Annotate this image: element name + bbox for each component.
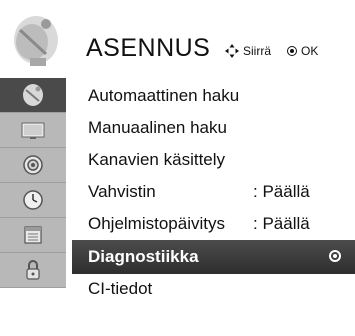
- menu-item-label: Vahvistin: [88, 182, 156, 201]
- menu-item-label: Ohjelmistopäivitys: [88, 214, 225, 233]
- rail-item-option[interactable]: [0, 218, 66, 253]
- menu-item-label: Kanavien käsittely: [88, 150, 226, 169]
- category-rail: [0, 78, 66, 336]
- antenna-satellite-icon: [14, 16, 58, 66]
- menu-item-automaattinen-haku[interactable]: Automaattinen haku: [72, 79, 355, 113]
- move-arrows-icon: [225, 44, 239, 58]
- rail-item-time[interactable]: [0, 183, 66, 218]
- menu-list: Automaattinen haku Manuaalinen haku Kana…: [72, 78, 355, 336]
- menu-item-vahvistin[interactable]: Vahvistin : Päällä: [72, 175, 355, 209]
- menu-item-label: CI-tiedot: [88, 279, 153, 298]
- lock-icon: [26, 260, 40, 280]
- selected-radio-icon: [329, 250, 341, 262]
- navigation-hint: Siirrä OK: [225, 44, 318, 58]
- tv-screen-icon: [21, 122, 45, 139]
- rail-item-lock[interactable]: [0, 253, 66, 288]
- hint-ok-label: OK: [301, 44, 319, 58]
- page-title: ASENNUS: [86, 34, 211, 62]
- rail-item-setup[interactable]: [0, 78, 66, 113]
- rail-item-audio[interactable]: [0, 148, 66, 183]
- setup-menu: ASENNUS Siirrä OK Automaattinen haku Man…: [0, 0, 355, 336]
- calendar-icon: [24, 226, 42, 244]
- menu-item-label: Automaattinen haku: [88, 86, 240, 105]
- menu-item-kanavien-kasittely[interactable]: Kanavien käsittely: [72, 143, 355, 177]
- rail-item-picture[interactable]: [0, 113, 66, 148]
- menu-item-label: Manuaalinen haku: [88, 118, 227, 137]
- menu-item-diagnostiikka[interactable]: Diagnostiikka: [72, 240, 355, 274]
- clock-icon: [23, 190, 43, 210]
- speaker-icon: [23, 155, 43, 175]
- menu-header: ASENNUS Siirrä OK: [0, 0, 355, 78]
- menu-item-manuaalinen-haku[interactable]: Manuaalinen haku: [72, 111, 355, 145]
- menu-item-value: : Päällä: [253, 182, 310, 201]
- antenna-satellite-icon: [23, 84, 43, 106]
- hint-move-label: Siirrä: [243, 44, 272, 58]
- ok-button-icon: [287, 46, 298, 56]
- menu-item-value: : Päällä: [253, 214, 310, 233]
- menu-item-label: Diagnostiikka: [88, 247, 199, 266]
- menu-item-ohjelmistopaivitys[interactable]: Ohjelmistopäivitys : Päällä: [72, 207, 355, 241]
- menu-item-ci-tiedot[interactable]: CI-tiedot: [72, 272, 355, 306]
